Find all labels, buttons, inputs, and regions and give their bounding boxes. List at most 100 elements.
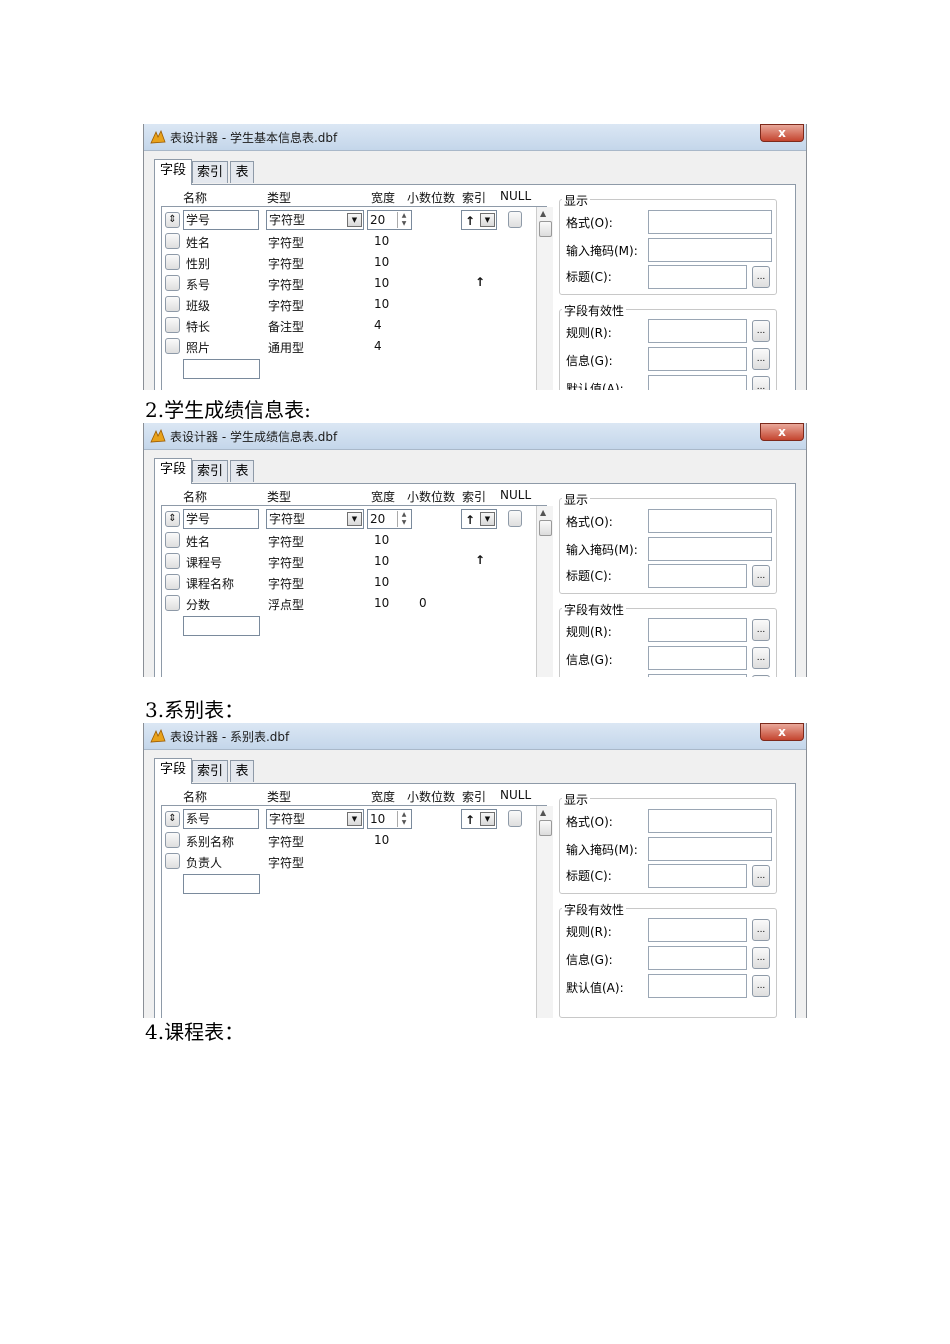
field-name-input[interactable]: 学号	[183, 509, 259, 529]
rule-input[interactable]	[648, 918, 747, 942]
spinner-arrows-icon[interactable]: ▲ ▼	[397, 511, 410, 527]
scroll-up-icon[interactable]: ▲	[540, 508, 546, 517]
vertical-scrollbar[interactable]: ▲	[536, 506, 553, 677]
row-selector-button[interactable]	[165, 595, 180, 611]
field-width-spinner[interactable]: 20 ▲ ▼	[367, 509, 412, 529]
field-width[interactable]: 10	[374, 833, 389, 847]
scroll-up-icon[interactable]: ▲	[540, 209, 546, 218]
caption-ellipsis-button[interactable]: ...	[752, 865, 770, 887]
default-ellipsis-button[interactable]: ...	[752, 675, 770, 677]
chevron-down-icon[interactable]: ▼	[480, 812, 495, 826]
default-value-input[interactable]	[648, 974, 747, 998]
index-select[interactable]: ↑ ▼	[461, 509, 497, 529]
spinner-arrows-icon[interactable]: ▲ ▼	[397, 212, 410, 228]
field-width[interactable]: 10	[374, 575, 389, 589]
input-mask-input[interactable]	[648, 238, 772, 262]
new-field-name-input[interactable]	[183, 874, 260, 894]
field-type[interactable]: 备注型	[268, 318, 304, 335]
field-row[interactable]: 系别名称 字符型 10	[162, 830, 532, 851]
index-select[interactable]: ↑ ▼	[461, 809, 497, 829]
field-name[interactable]: 班级	[186, 297, 210, 314]
field-width[interactable]: 10	[374, 596, 389, 610]
close-button[interactable]: x	[760, 124, 804, 142]
field-name-input[interactable]: 系号	[183, 809, 259, 829]
row-selector-button[interactable]	[165, 233, 180, 249]
caption-input[interactable]	[648, 265, 747, 289]
field-row[interactable]: ⇕ 学号 字符型 ▼ 20 ▲ ▼ ↑ ▼	[162, 509, 532, 530]
field-name[interactable]: 负责人	[186, 854, 222, 871]
field-width[interactable]: 10	[374, 533, 389, 547]
field-width[interactable]: 10	[374, 297, 389, 311]
close-button[interactable]: x	[760, 723, 804, 741]
rule-ellipsis-button[interactable]: ...	[752, 619, 770, 641]
format-input[interactable]	[648, 509, 772, 533]
info-ellipsis-button[interactable]: ...	[752, 947, 770, 969]
rule-input[interactable]	[648, 319, 747, 343]
field-name[interactable]: 课程名称	[186, 575, 234, 592]
row-selector-button[interactable]	[165, 574, 180, 590]
field-row[interactable]: 姓名 字符型 10	[162, 530, 532, 551]
field-name[interactable]: 课程号	[186, 554, 222, 571]
field-type[interactable]: 字符型	[268, 297, 304, 314]
field-name[interactable]: 特长	[186, 318, 210, 335]
tab-fields[interactable]: 字段	[154, 159, 192, 185]
row-selector-button[interactable]	[165, 553, 180, 569]
chevron-down-icon[interactable]: ▼	[347, 812, 362, 826]
field-type[interactable]: 浮点型	[268, 596, 304, 613]
field-width[interactable]: 10	[374, 276, 389, 290]
field-row[interactable]: 负责人 字符型	[162, 851, 532, 872]
field-name[interactable]: 系别名称	[186, 833, 234, 850]
field-type-select[interactable]: 字符型 ▼	[266, 210, 364, 230]
field-type[interactable]: 字符型	[268, 854, 304, 871]
scroll-up-icon[interactable]: ▲	[540, 808, 546, 817]
field-type[interactable]: 字符型	[268, 255, 304, 272]
close-button[interactable]: x	[760, 423, 804, 441]
field-width[interactable]: 4	[374, 339, 382, 353]
input-mask-input[interactable]	[648, 837, 772, 861]
field-type[interactable]: 通用型	[268, 339, 304, 356]
field-type-select[interactable]: 字符型 ▼	[266, 809, 364, 829]
field-type-select[interactable]: 字符型 ▼	[266, 509, 364, 529]
null-checkbox[interactable]	[508, 211, 522, 228]
field-row[interactable]: ⇕ 学号 字符型 ▼ 20 ▲ ▼ ↑ ▼	[162, 210, 532, 231]
row-selector-active-icon[interactable]: ⇕	[165, 212, 180, 228]
field-decimal[interactable]: 0	[419, 596, 427, 610]
field-width-spinner[interactable]: 10 ▲ ▼	[367, 809, 412, 829]
info-input[interactable]	[648, 946, 747, 970]
row-selector-button[interactable]	[165, 338, 180, 354]
new-field-name-input[interactable]	[183, 359, 260, 379]
vertical-scrollbar[interactable]: ▲	[536, 207, 553, 390]
field-type[interactable]: 字符型	[268, 833, 304, 850]
row-selector-active-icon[interactable]: ⇕	[165, 511, 180, 527]
field-row[interactable]: 课程号 字符型 10 ↑	[162, 551, 532, 572]
caption-input[interactable]	[648, 864, 747, 888]
index-select[interactable]: ↑ ▼	[461, 210, 497, 230]
field-name[interactable]: 系号	[186, 276, 210, 293]
field-width-spinner[interactable]: 20 ▲ ▼	[367, 210, 412, 230]
scroll-thumb[interactable]	[539, 221, 552, 237]
row-selector-button[interactable]	[165, 275, 180, 291]
field-row[interactable]: 特长 备注型 4	[162, 315, 532, 336]
info-input[interactable]	[648, 646, 747, 670]
tab-table[interactable]: 表	[230, 460, 254, 482]
default-ellipsis-button[interactable]: ...	[752, 376, 770, 390]
row-selector-button[interactable]	[165, 254, 180, 270]
field-name[interactable]: 性别	[186, 255, 210, 272]
field-name[interactable]: 姓名	[186, 533, 210, 550]
rule-ellipsis-button[interactable]: ...	[752, 919, 770, 941]
default-value-input[interactable]	[648, 375, 747, 390]
row-selector-button[interactable]	[165, 317, 180, 333]
field-type[interactable]: 字符型	[268, 575, 304, 592]
tab-fields[interactable]: 字段	[154, 758, 192, 784]
caption-ellipsis-button[interactable]: ...	[752, 266, 770, 288]
field-type[interactable]: 字符型	[268, 276, 304, 293]
chevron-down-icon[interactable]: ▼	[480, 213, 495, 227]
format-input[interactable]	[648, 809, 772, 833]
null-checkbox[interactable]	[508, 810, 522, 827]
chevron-down-icon[interactable]: ▼	[347, 213, 362, 227]
tab-table[interactable]: 表	[230, 760, 254, 782]
info-ellipsis-button[interactable]: ...	[752, 348, 770, 370]
field-row[interactable]: 姓名 字符型 10	[162, 231, 532, 252]
caption-ellipsis-button[interactable]: ...	[752, 565, 770, 587]
field-name[interactable]: 照片	[186, 339, 210, 356]
